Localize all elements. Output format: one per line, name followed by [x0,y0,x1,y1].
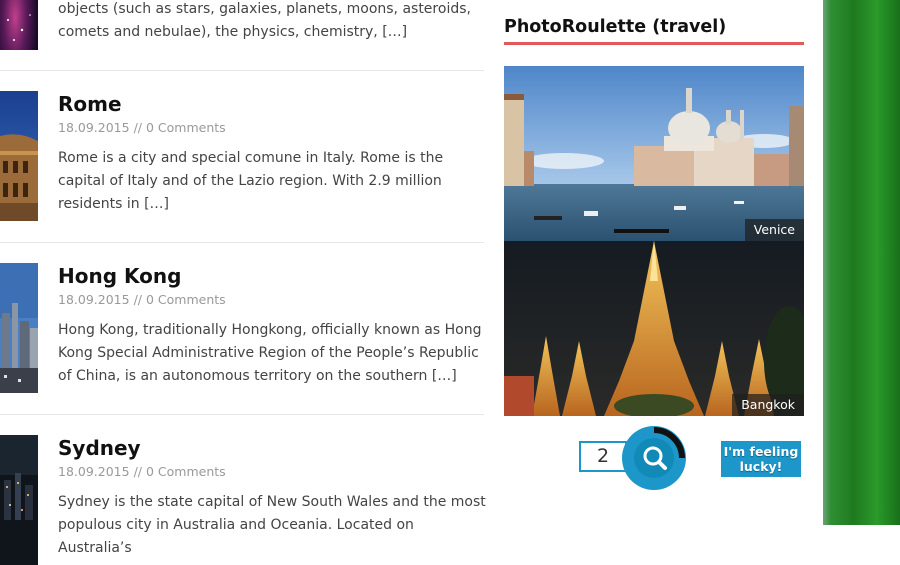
widget-title-underline [504,42,804,45]
photo-count-input[interactable]: 2 [579,441,627,472]
post-excerpt: objects (such as stars, galaxies, planet… [58,1,471,40]
post-title[interactable]: Hong Kong [58,264,181,288]
post-hong-kong: Hong Kong 18.09.2015 // 0 Comments Hong … [0,263,484,413]
read-more-link[interactable]: […] [382,24,407,40]
post-date: 18.09.2015 [58,464,130,479]
comments-link[interactable]: 0 Comments [146,292,226,307]
post-thumbnail-astronomy[interactable] [0,0,38,50]
read-more-link[interactable]: […] [144,196,169,212]
comments-link[interactable]: 0 Comments [146,464,226,479]
post-thumbnail-sydney[interactable] [0,435,38,565]
post-title[interactable]: Sydney [58,436,141,460]
post-meta: 18.09.2015 // 0 Comments [58,120,226,135]
post-thumbnail-rome[interactable] [0,91,38,221]
lucky-button-label: I'm feeling lucky! [721,441,801,477]
read-more-link[interactable]: […] [432,368,457,384]
post-divider [0,242,484,243]
post-meta: 18.09.2015 // 0 Comments [58,464,226,479]
photo-caption: Venice [744,219,804,241]
post-excerpt: Rome is a city and special comune in Ita… [58,150,444,212]
meta-separator: // [133,120,142,135]
post-thumbnail-hong-kong[interactable] [0,263,38,393]
post-divider [0,414,484,415]
magnifier-icon [622,426,686,490]
post-meta: 18.09.2015 // 0 Comments [58,292,226,307]
im-feeling-lucky-button[interactable]: I'm feeling lucky! [621,425,801,491]
photo-venice[interactable]: Venice [504,66,804,241]
meta-separator: // [133,292,142,307]
post-astronomy: objects (such as stars, galaxies, planet… [0,0,484,70]
post-sydney: Sydney 18.09.2015 // 0 Comments Sydney i… [0,435,486,565]
post-date: 18.09.2015 [58,120,130,135]
post-title[interactable]: Rome [58,92,122,116]
photo-roulette-controls: 2 I'm feeling lucky! [579,425,801,491]
widget-title: PhotoRoulette (travel) [504,17,727,37]
comments-link[interactable]: 0 Comments [146,120,226,135]
meta-separator: // [133,464,142,479]
post-divider [0,70,484,71]
photo-bangkok[interactable]: Bangkok [504,241,804,416]
photo-caption: Bangkok [732,394,804,416]
post-excerpt: Hong Kong, traditionally Hongkong, offic… [58,322,482,384]
post-excerpt: Sydney is the state capital of New South… [58,494,486,556]
post-rome: Rome 18.09.2015 // 0 Comments Rome is a … [0,91,484,241]
post-date: 18.09.2015 [58,292,130,307]
page-background-side [823,0,900,525]
